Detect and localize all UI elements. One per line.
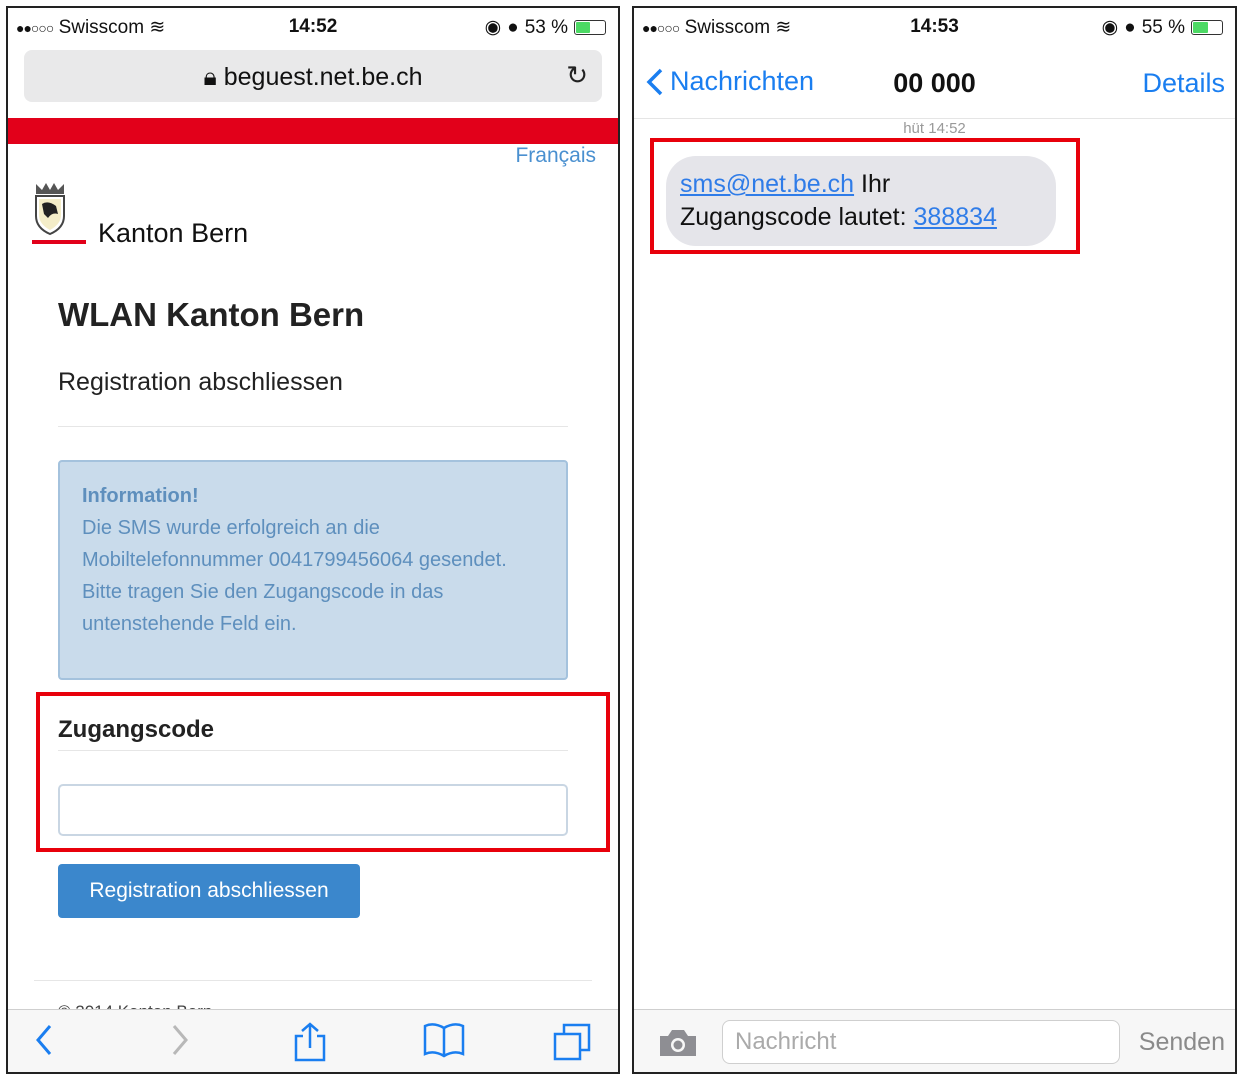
- lock-rotation-icon: ◉: [1101, 17, 1119, 38]
- details-button[interactable]: Details: [1142, 68, 1225, 99]
- camera-icon[interactable]: [658, 1028, 698, 1058]
- info-heading: Information!: [82, 485, 199, 507]
- complete-registration-button[interactable]: Registration abschliessen: [58, 864, 360, 918]
- messages-navbar: Nachrichten 00 000 Details: [634, 44, 1235, 119]
- status-right: ◉ ● 55 %: [1102, 16, 1223, 39]
- share-icon[interactable]: [292, 1022, 328, 1062]
- send-button[interactable]: Senden: [1139, 1028, 1225, 1057]
- divider: [34, 980, 592, 981]
- lock-icon: 🔒︎: [203, 63, 217, 91]
- alarm-icon: ●: [1124, 16, 1136, 38]
- divider: [58, 426, 568, 427]
- status-bar: ●●○○○ Swisscom ≋ 14:52 ◉ ● 53 %: [8, 8, 618, 44]
- tabs-icon[interactable]: [552, 1022, 592, 1062]
- compose-bar: Senden: [634, 1009, 1235, 1072]
- back-icon[interactable]: [32, 1022, 56, 1058]
- lock-rotation-icon: ◉: [484, 17, 502, 38]
- forward-icon[interactable]: [168, 1022, 192, 1058]
- page-subtitle: Registration abschliessen: [58, 368, 343, 396]
- battery-percent: 53 %: [524, 16, 568, 38]
- status-bar: ●●○○○ Swisscom ≋ 14:53 ◉ ● 55 %: [634, 8, 1235, 44]
- message-input[interactable]: [722, 1020, 1120, 1064]
- status-right: ◉ ● 53 %: [485, 16, 606, 39]
- browser-toolbar: [8, 1009, 618, 1072]
- alarm-icon: ●: [507, 16, 519, 38]
- bookmarks-icon[interactable]: [422, 1022, 466, 1058]
- message-timestamp: hüt 14:52: [903, 120, 966, 137]
- battery-icon: [1191, 20, 1223, 35]
- reload-icon[interactable]: ↻: [566, 60, 588, 91]
- url-text: beguest.net.be.ch: [223, 63, 423, 91]
- info-text: Die SMS wurde erfolgreich an die Mobilte…: [82, 517, 507, 635]
- right-phone-screen: ●●○○○ Swisscom ≋ 14:53 ◉ ● 55 % Nachrich…: [632, 6, 1237, 1074]
- canton-name: Kanton Bern: [98, 218, 249, 248]
- battery-percent: 55 %: [1141, 16, 1185, 38]
- address-bar[interactable]: 🔒︎ beguest.net.be.ch ↻: [24, 50, 602, 102]
- left-phone-screen: ●●○○○ Swisscom ≋ 14:52 ◉ ● 53 % 🔒︎ begue…: [6, 6, 620, 1074]
- bern-crest-icon: [35, 183, 65, 236]
- battery-icon: [574, 20, 606, 35]
- crest-underline: [32, 240, 86, 244]
- page-title: WLAN Kanton Bern: [58, 296, 365, 333]
- highlight-box: [650, 138, 1080, 254]
- highlight-box: [36, 692, 610, 852]
- brand-bar: [8, 118, 618, 144]
- info-alert: Information! Die SMS wurde erfolgreich a…: [58, 460, 568, 680]
- language-link[interactable]: Français: [515, 144, 596, 168]
